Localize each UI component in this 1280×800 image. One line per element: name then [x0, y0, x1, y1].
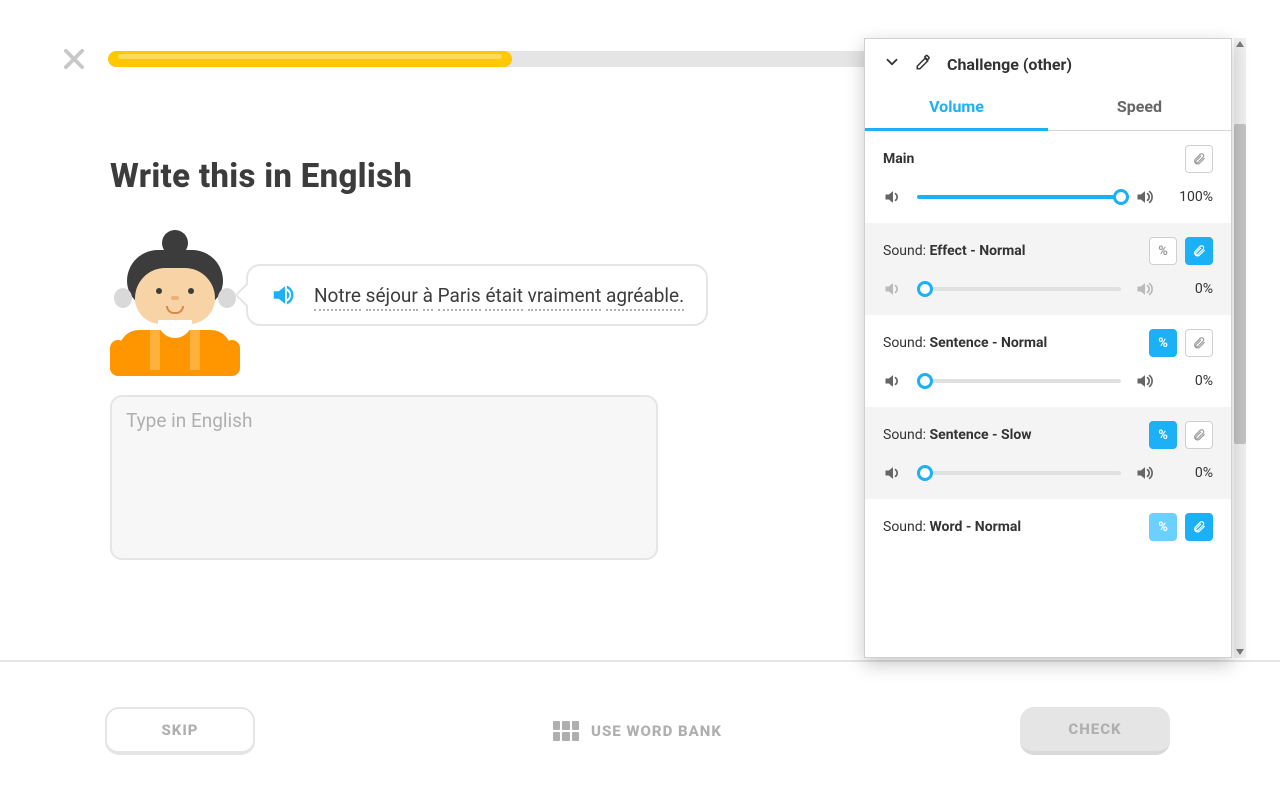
- edit-icon[interactable]: [915, 53, 933, 75]
- mute-icon[interactable]: [883, 463, 903, 483]
- percent-toggle[interactable]: %: [1149, 329, 1177, 357]
- volume-row-word: Sound: Word - Normal%: [865, 499, 1231, 571]
- row-label: Sound: Word - Normal: [883, 519, 1021, 535]
- volume-slider[interactable]: [917, 471, 1121, 475]
- volume-slider[interactable]: [917, 195, 1121, 199]
- mute-icon[interactable]: [883, 371, 903, 391]
- volume-value: 100%: [1169, 189, 1213, 205]
- panel-title: Challenge (other): [947, 55, 1072, 74]
- volume-value: 0%: [1169, 465, 1213, 481]
- footer-bar: SKIP USE WORD BANK CHECK: [0, 660, 1280, 800]
- wordbank-toggle[interactable]: USE WORD BANK: [553, 721, 722, 741]
- sentence-text[interactable]: Notre séjour à Paris était vraiment agré…: [314, 284, 684, 307]
- volume-value: 0%: [1169, 373, 1213, 389]
- percent-toggle[interactable]: %: [1149, 237, 1177, 265]
- row-label: Sound: Sentence - Normal: [883, 335, 1047, 351]
- tab-volume[interactable]: Volume: [865, 85, 1048, 131]
- attachment-icon[interactable]: [1185, 421, 1213, 449]
- attachment-icon[interactable]: [1185, 329, 1213, 357]
- volume-row-sen: Sound: Sentence - Normal% 0%: [865, 315, 1231, 407]
- attachment-icon[interactable]: [1185, 513, 1213, 541]
- volume-max-icon[interactable]: [1135, 371, 1155, 391]
- page-scrollbar[interactable]: [1234, 38, 1246, 658]
- volume-slider[interactable]: [917, 379, 1121, 383]
- answer-input[interactable]: [110, 395, 658, 560]
- mute-icon[interactable]: [883, 279, 903, 299]
- check-button[interactable]: CHECK: [1020, 707, 1170, 755]
- mute-icon[interactable]: [883, 187, 903, 207]
- collapse-icon[interactable]: [883, 53, 901, 75]
- volume-max-icon[interactable]: [1135, 187, 1155, 207]
- percent-toggle[interactable]: %: [1149, 421, 1177, 449]
- tab-speed[interactable]: Speed: [1048, 85, 1231, 130]
- close-icon[interactable]: [60, 45, 88, 73]
- wordbank-label: USE WORD BANK: [591, 722, 722, 740]
- character-avatar: [110, 230, 240, 375]
- attachment-icon[interactable]: [1185, 145, 1213, 173]
- speaker-icon[interactable]: [270, 280, 300, 310]
- attachment-icon[interactable]: [1185, 237, 1213, 265]
- volume-slider[interactable]: [917, 287, 1121, 291]
- row-label: Main: [883, 151, 914, 167]
- volume-max-icon[interactable]: [1135, 463, 1155, 483]
- percent-toggle[interactable]: %: [1149, 513, 1177, 541]
- audio-debug-panel: Challenge (other) Volume Speed Main 100%…: [864, 38, 1232, 658]
- skip-button[interactable]: SKIP: [105, 707, 255, 755]
- volume-max-icon[interactable]: [1135, 279, 1155, 299]
- sentence-bubble: Notre séjour à Paris était vraiment agré…: [246, 264, 708, 326]
- volume-row-main: Main 100%: [865, 131, 1231, 223]
- volume-row-slow: Sound: Sentence - Slow% 0%: [865, 407, 1231, 499]
- wordbank-icon: [553, 721, 579, 741]
- row-label: Sound: Effect - Normal: [883, 243, 1025, 259]
- volume-row-eff: Sound: Effect - Normal% 0%: [865, 223, 1231, 315]
- volume-value: 0%: [1169, 281, 1213, 297]
- row-label: Sound: Sentence - Slow: [883, 427, 1032, 443]
